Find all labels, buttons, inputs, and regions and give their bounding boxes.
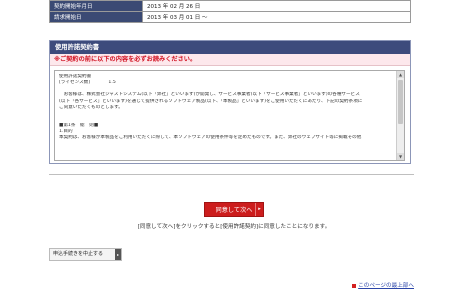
- scroll-up-arrow-icon[interactable]: ▲: [397, 71, 404, 78]
- license-terms-textbox[interactable]: 使用許諾契約書 [ライセンス数] 1.5 お客様は、株式会社ジャストシステム(以…: [54, 70, 405, 161]
- contract-start-row: 契約開始年月日 2013 年 02 月 26 日: [49, 0, 411, 12]
- billing-start-label: 請求開始日: [49, 11, 143, 23]
- contract-start-label: 契約開始年月日: [49, 0, 143, 12]
- read-before-contract-notice: ※ご契約の前に以下の内容を必ずお読みください。: [50, 54, 410, 66]
- scroll-down-arrow-icon[interactable]: ▼: [397, 153, 404, 160]
- terms-line: (以下「各サービス」といいます)を通じて提供されるソフトウェア製品(以下、「本製…: [59, 98, 363, 104]
- terms-line: お客様は、株式会社ジャストシステム(以下「弊社」といいます)が開発し、サービス事…: [59, 92, 360, 98]
- square-bullet-icon: [352, 283, 357, 288]
- license-terms-text: 使用許諾契約書 [ライセンス数] 1.5 お客様は、株式会社ジャストシステム(以…: [55, 71, 404, 142]
- contract-info-table: 契約開始年月日 2013 年 02 月 26 日 請求開始日 2013 年 03…: [49, 0, 411, 23]
- chevron-right-icon: ▸: [255, 203, 263, 216]
- cancel-application-button[interactable]: 申込手続きを中止する ▸: [49, 248, 122, 261]
- scroll-thumb[interactable]: [398, 80, 403, 124]
- terms-line: 本契約は、お客様が本製品をご利用いただくに際して、本ソフトウェアの使用条件等を定…: [59, 135, 362, 141]
- license-agreement-panel: 使用許諾契約書 ※ご契約の前に以下の内容を必ずお読みください。 使用許諾契約書 …: [49, 40, 411, 164]
- chevron-right-icon: ▸: [115, 249, 121, 260]
- billing-start-row: 請求開始日 2013 年 03 月 01 日 ～: [49, 11, 411, 23]
- agree-note-text: [同意して次へ]をクリックすると[使用許諾契約]に同意したことになります。: [137, 224, 331, 230]
- back-to-top-link[interactable]: このページの最上部へ: [352, 281, 414, 289]
- agree-button-label: 同意して次へ: [215, 207, 253, 214]
- section-divider: [49, 174, 414, 175]
- cancel-button-label: 申込手続きを中止する: [53, 251, 104, 257]
- back-to-top-label: このページの最上部へ: [358, 283, 414, 289]
- contract-start-value: 2013 年 02 月 26 日: [142, 0, 411, 12]
- agree-and-next-button[interactable]: 同意して次へ ▸: [204, 202, 264, 217]
- license-panel-title: 使用許諾契約書: [50, 41, 410, 54]
- billing-start-value: 2013 年 03 月 01 日 ～: [142, 11, 411, 23]
- terms-scrollbar[interactable]: ▲ ▼: [396, 71, 404, 160]
